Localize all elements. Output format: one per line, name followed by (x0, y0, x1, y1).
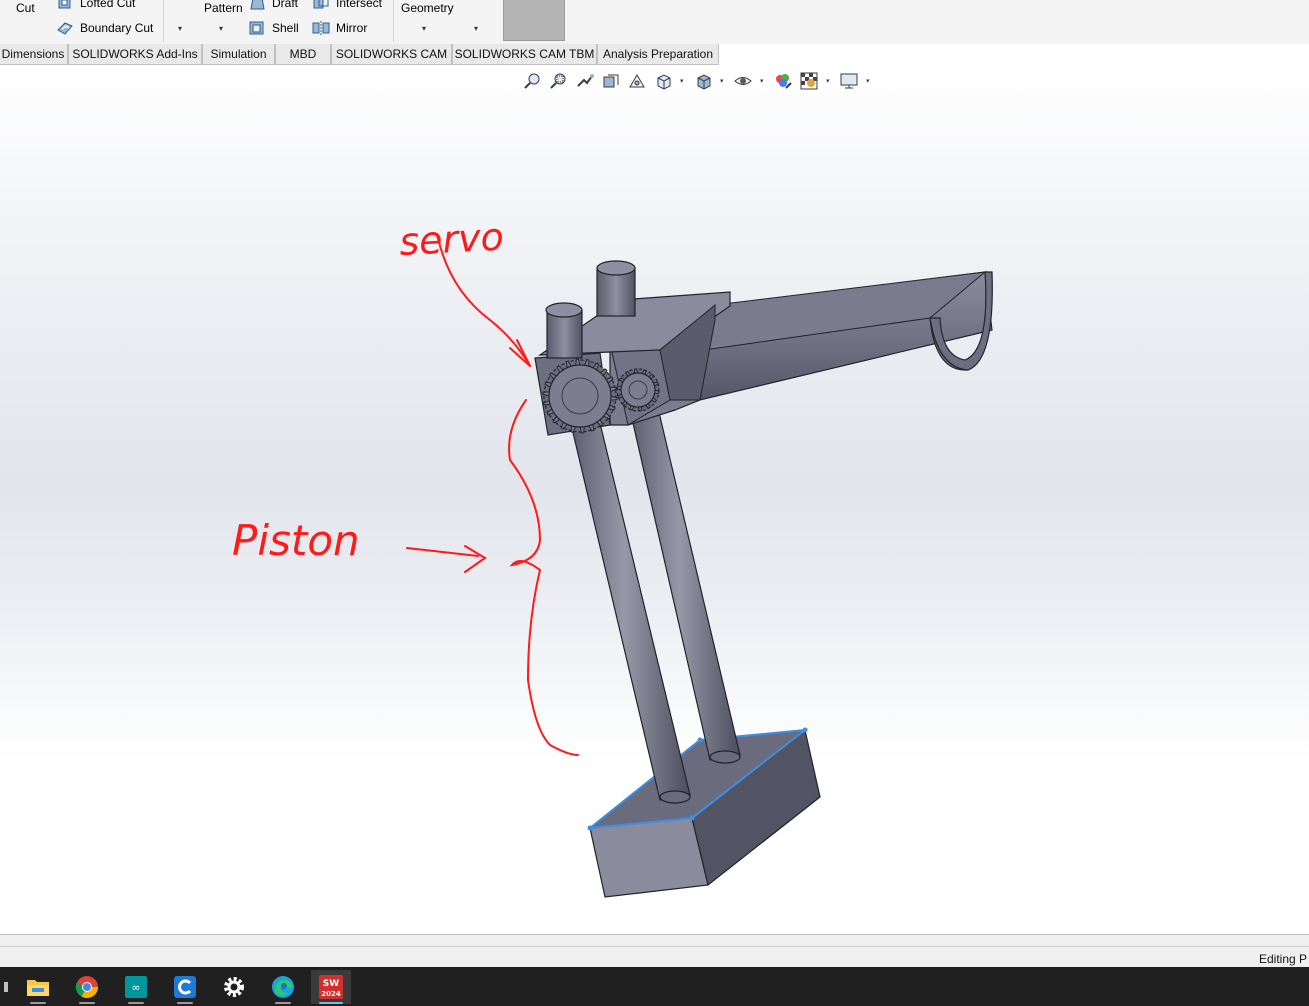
taskbar-arduino-ide[interactable]: ∞ (116, 970, 156, 1004)
intersect-icon (313, 0, 329, 9)
servo-shaft-left[interactable] (545, 302, 583, 359)
tab-label: SOLIDWORKS CAM (335, 47, 448, 61)
mirror-icon (312, 21, 330, 35)
pinion-gear-small[interactable] (616, 368, 660, 412)
taskbar-google-chrome[interactable] (67, 970, 107, 1004)
piston-annotation-text: Piston (232, 516, 360, 565)
chrome-icon (75, 976, 98, 998)
piston-curly-brace (508, 399, 579, 756)
edge-icon (272, 976, 294, 998)
svg-text:SW: SW (323, 979, 339, 989)
draft-icon (250, 0, 265, 10)
lofted-cut-label: Lofted Cut (80, 0, 136, 10)
command-manager-ribbon: Cut Lofted Cut Boundary Cut ▾ Pattern ▾ … (0, 0, 1309, 45)
tab-analysis-preparation[interactable]: Analysis Preparation (597, 44, 719, 65)
pattern-label: Pattern (204, 1, 243, 15)
reference-geometry-button[interactable]: Geometry (401, 1, 454, 15)
taskview-icon (4, 982, 8, 992)
taskbar-settings[interactable] (214, 970, 254, 1004)
lofted-cut-icon (58, 0, 71, 9)
piston-arrowhead (464, 545, 487, 573)
lofted-cut-button[interactable]: Lofted Cut (56, 0, 135, 11)
tab-solidworks-cam-tbm[interactable]: SOLIDWORKS CAM TBM (452, 44, 597, 65)
tab-label: SOLIDWORKS CAM TBM (454, 47, 595, 61)
status-bar: Editing P (0, 946, 1309, 968)
graphics-area[interactable]: ▾ ▾ ▾ ▾ ▾ servo Piston (0, 66, 1309, 934)
pattern-button[interactable]: Pattern (204, 1, 243, 15)
base-block[interactable] (587, 727, 821, 898)
cut-button[interactable]: Cut (16, 1, 35, 15)
ribbon-separator (393, 0, 394, 42)
geometry-dropdown-caret[interactable]: ▾ (422, 24, 426, 33)
tab-label: Analysis Preparation (602, 47, 714, 61)
mirror-button[interactable]: Mirror (312, 20, 367, 36)
boundary-cut-icon (57, 22, 73, 35)
shell-icon (249, 21, 264, 35)
tab-solidworks-add-ins[interactable]: SOLIDWORKS Add-Ins (68, 44, 202, 65)
tab-label: Dimensions (1, 47, 65, 61)
pattern-dropdown-caret[interactable]: ▾ (219, 24, 223, 33)
command-manager-tabs: Dimensions SOLIDWORKS Add-Ins Simulation… (0, 44, 1309, 66)
tab-mbd[interactable]: MBD (275, 44, 331, 65)
solidworks-badge: 2024 (321, 990, 341, 998)
taskbar-edge-partial[interactable] (0, 970, 20, 1004)
intersect-label: Intersect (336, 0, 383, 10)
ribbon-highlight-swatch (503, 0, 565, 41)
tab-label: MBD (289, 47, 317, 61)
model-view: servo Piston (232, 215, 993, 898)
boundary-cut-button[interactable]: Boundary Cut (56, 20, 153, 36)
taskbar-solidworks-2024[interactable]: SW 2024 (311, 970, 351, 1004)
taskbar-microsoft-edge[interactable] (263, 970, 303, 1004)
tab-label: Simulation (210, 47, 267, 61)
shell-button[interactable]: Shell (248, 20, 299, 36)
shell-label: Shell (272, 21, 299, 35)
draft-label: Draft (272, 0, 299, 10)
boundary-cut-label: Boundary Cut (80, 21, 154, 35)
piston-arrow-stroke (406, 547, 479, 557)
geometry-label: Geometry (401, 1, 454, 15)
intersect-button[interactable]: Intersect (312, 0, 382, 11)
tab-solidworks-cam[interactable]: SOLIDWORKS CAM (331, 44, 452, 65)
tab-label: SOLIDWORKS Add-Ins (72, 47, 198, 61)
ccleaner-icon (174, 976, 196, 998)
gear-icon (224, 977, 244, 997)
folder-icon (27, 980, 49, 996)
status-text: Editing P (1258, 952, 1307, 966)
mirror-label: Mirror (336, 21, 368, 35)
tab-dimensions[interactable]: Dimensions (0, 44, 68, 65)
cut-group-dropdown-caret[interactable]: ▾ (178, 24, 182, 33)
taskbar-file-explorer[interactable] (18, 970, 58, 1004)
servo-annotation-text: servo (398, 215, 505, 264)
servo-shaft-right[interactable] (596, 260, 636, 317)
curves-dropdown-caret[interactable]: ▾ (474, 24, 478, 33)
svg-text:∞: ∞ (131, 981, 140, 994)
draft-button[interactable]: Draft (248, 0, 298, 11)
arduino-icon: ∞ (125, 976, 147, 998)
cut-label: Cut (16, 1, 35, 15)
taskbar-ccleaner[interactable] (165, 970, 205, 1004)
servo-arrowhead (509, 339, 531, 367)
windows-taskbar: ∞ SW 2024 (0, 967, 1309, 1006)
solidworks-icon: SW2024 (319, 975, 343, 999)
ribbon-separator (163, 0, 164, 42)
tab-simulation[interactable]: Simulation (202, 44, 275, 65)
